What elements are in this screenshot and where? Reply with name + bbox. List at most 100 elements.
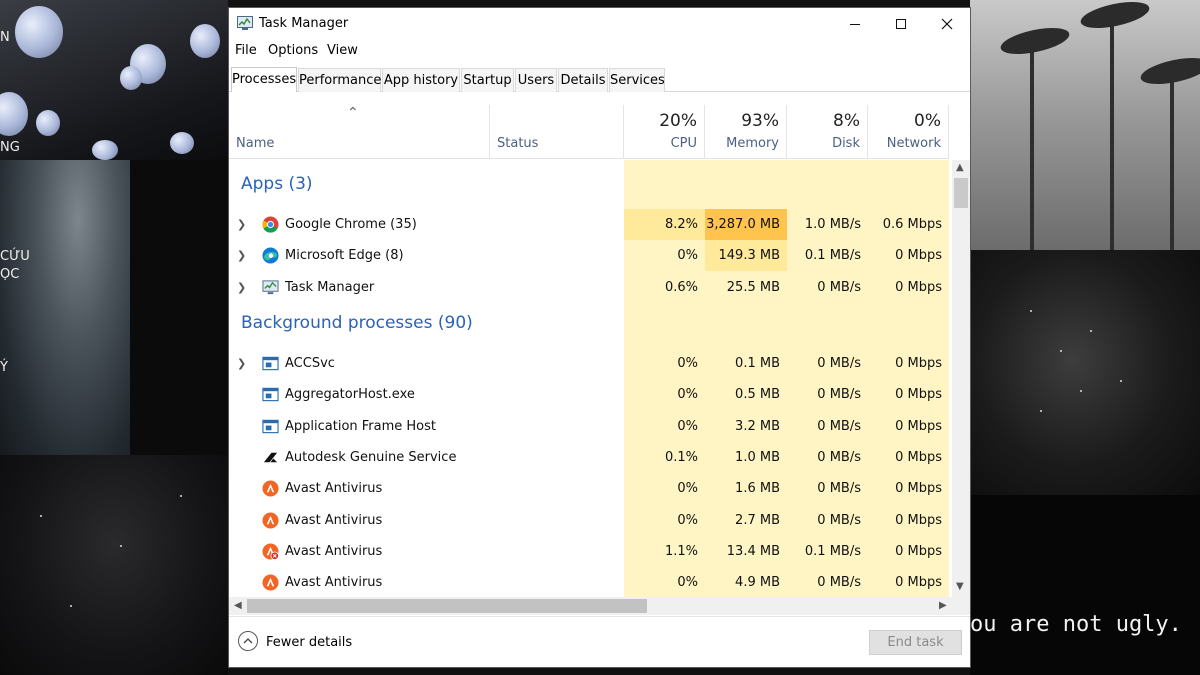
sort-up-icon: ⌃	[347, 105, 359, 121]
cpu-value: 0%	[677, 481, 698, 497]
desktop-text-5: Ý	[0, 360, 8, 375]
footer: Fewer details End task	[229, 616, 970, 667]
network-value: 0 Mbps	[895, 418, 942, 434]
memory-value: 2.7 MB	[735, 512, 780, 528]
tab-startup[interactable]: Startup	[461, 68, 514, 92]
disk-value: 1.0 MB/s	[804, 217, 861, 232]
network-value: 0 Mbps	[895, 543, 942, 559]
process-row[interactable]: ❯ Task Manager 0.6% 25.5 MB 0 MB/s 0 Mbps	[229, 272, 949, 303]
chrome-icon	[262, 216, 279, 233]
memory-value: 1.0 MB	[735, 449, 780, 465]
disk-value: 0 MB/s	[817, 356, 861, 371]
wallpaper-balloons	[0, 0, 228, 160]
disk-value: 0 MB/s	[817, 418, 861, 434]
scroll-left-icon[interactable]: ◀	[234, 600, 242, 611]
menu-options[interactable]: Options	[268, 43, 318, 58]
horizontal-scroll-thumb[interactable]	[247, 599, 647, 613]
column-name-label: Name	[236, 136, 275, 151]
process-name: Application Frame Host	[285, 418, 437, 434]
disk-value: 0.1 MB/s	[804, 543, 861, 559]
process-row[interactable]: ❯ ACCSvc 0% 0.1 MB 0 MB/s 0 Mbps	[229, 348, 949, 379]
column-network-label: Network	[886, 136, 941, 151]
column-memory[interactable]: 93% Memory	[705, 105, 787, 159]
vertical-scroll-thumb[interactable]	[954, 178, 968, 208]
wallpaper-quote-panel	[970, 495, 1200, 675]
fewer-details-button[interactable]: Fewer details	[229, 617, 369, 667]
memory-value: 3.2 MB	[735, 418, 780, 434]
expand-chevron-icon[interactable]: ❯	[237, 249, 246, 262]
process-name: AggregatorHost.exe	[285, 387, 415, 403]
process-row[interactable]: ❯ Microsoft Edge (8) 0% 149.3 MB 0.1 MB/s 0 M…	[229, 240, 949, 272]
maximize-button[interactable]	[878, 8, 924, 40]
cpu-value: 0%	[677, 575, 698, 591]
column-header: ⌃ Name Status 20% CPU 93% Memory 8% Disk…	[229, 105, 949, 159]
expand-chevron-icon[interactable]: ❯	[237, 357, 246, 370]
network-value: 0 Mbps	[895, 481, 942, 497]
process-row[interactable]: Autodesk Genuine Service 0.1% 1.0 MB 0 MB/s…	[229, 442, 949, 473]
close-button[interactable]	[924, 8, 970, 40]
column-network[interactable]: 0% Network	[868, 105, 949, 159]
scroll-right-icon[interactable]: ▶	[939, 600, 947, 611]
disk-value: 0 MB/s	[817, 512, 861, 528]
memory-value: 1.6 MB	[735, 481, 780, 497]
menu-file[interactable]: File	[235, 43, 257, 58]
avast-icon	[262, 511, 279, 529]
disk-value: 0 MB/s	[817, 449, 861, 465]
tab-services[interactable]: Services	[609, 68, 665, 92]
vertical-scrollbar[interactable]: ▲ ▼	[952, 160, 970, 597]
menu-bar: File Options View	[229, 40, 970, 62]
process-name: Task Manager	[285, 279, 375, 295]
process-row[interactable]: Avast Antivirus 1.1% 13.4 MB 0.1 MB/s 0 Mbps	[229, 536, 949, 567]
wallpaper-quote: ou are not ugly.	[970, 612, 1182, 637]
network-value: 0 Mbps	[895, 279, 942, 295]
process-row[interactable]: ❯ Google Chrome (35) 8.2% 3,287.0 MB 1.0 MB/…	[229, 209, 949, 240]
expand-chevron-icon[interactable]: ❯	[237, 281, 246, 294]
process-row[interactable]: Avast Antivirus 0% 2.7 MB 0 MB/s 0 Mbps	[229, 505, 949, 536]
process-row[interactable]: Avast Antivirus 0% 1.6 MB 0 MB/s 0 Mbps	[229, 473, 949, 504]
disk-value: 0 MB/s	[817, 387, 861, 403]
tab-users[interactable]: Users	[515, 68, 557, 92]
end-task-button[interactable]: End task	[869, 630, 962, 655]
cpu-value: 0.6%	[664, 279, 698, 295]
wallpaper-storm	[0, 160, 130, 455]
process-row[interactable]: Avast Antivirus 0% 4.9 MB 0 MB/s 0 Mbps	[229, 567, 949, 597]
wallpaper-dark-glitter	[0, 455, 228, 675]
network-value: 0 Mbps	[895, 512, 942, 528]
tab-performance[interactable]: Performance	[298, 68, 381, 92]
title-bar[interactable]: Task Manager	[229, 8, 970, 40]
service-window-icon	[262, 386, 279, 403]
memory-value: 0.5 MB	[735, 387, 780, 403]
cpu-value: 0%	[677, 248, 698, 264]
network-total: 0%	[914, 111, 941, 131]
group-header-apps[interactable]: Apps (3)	[229, 170, 949, 201]
avast-icon	[262, 480, 279, 497]
scroll-down-icon[interactable]: ▼	[956, 581, 964, 592]
autodesk-icon	[262, 449, 279, 466]
memory-value: 3,287.0 MB	[705, 209, 787, 240]
column-cpu[interactable]: 20% CPU	[624, 105, 705, 159]
cpu-value: 1.1%	[664, 543, 698, 559]
horizontal-scrollbar[interactable]: ◀ ▶	[229, 597, 970, 615]
memory-value: 13.4 MB	[726, 543, 780, 559]
wallpaper-glitter-hands	[970, 250, 1200, 495]
cpu-value: 0%	[677, 512, 698, 528]
network-value: 0 Mbps	[895, 356, 942, 371]
memory-value: 4.9 MB	[735, 575, 780, 591]
wallpaper-palm-trees	[970, 0, 1200, 250]
scroll-up-icon[interactable]: ▲	[956, 162, 964, 173]
column-disk[interactable]: 8% Disk	[787, 105, 868, 159]
process-row[interactable]: AggregatorHost.exe 0% 0.5 MB 0 MB/s 0 Mbps	[229, 379, 949, 410]
process-name: Autodesk Genuine Service	[285, 449, 457, 465]
column-status[interactable]: Status	[490, 105, 624, 159]
process-name: Avast Antivirus	[285, 543, 383, 559]
tab-app-history[interactable]: App history	[382, 68, 460, 92]
group-header-background[interactable]: Background processes (90)	[229, 308, 949, 339]
expand-chevron-icon[interactable]: ❯	[237, 218, 246, 231]
column-name[interactable]: ⌃ Name	[229, 105, 490, 159]
menu-view[interactable]: View	[327, 43, 358, 58]
tab-processes[interactable]: Processes	[231, 67, 297, 92]
tab-details[interactable]: Details	[558, 68, 608, 92]
process-row[interactable]: Application Frame Host 0% 3.2 MB 0 MB/s 0 Mb…	[229, 411, 949, 442]
minimize-button[interactable]	[832, 8, 878, 40]
network-value: 0 Mbps	[895, 248, 942, 264]
